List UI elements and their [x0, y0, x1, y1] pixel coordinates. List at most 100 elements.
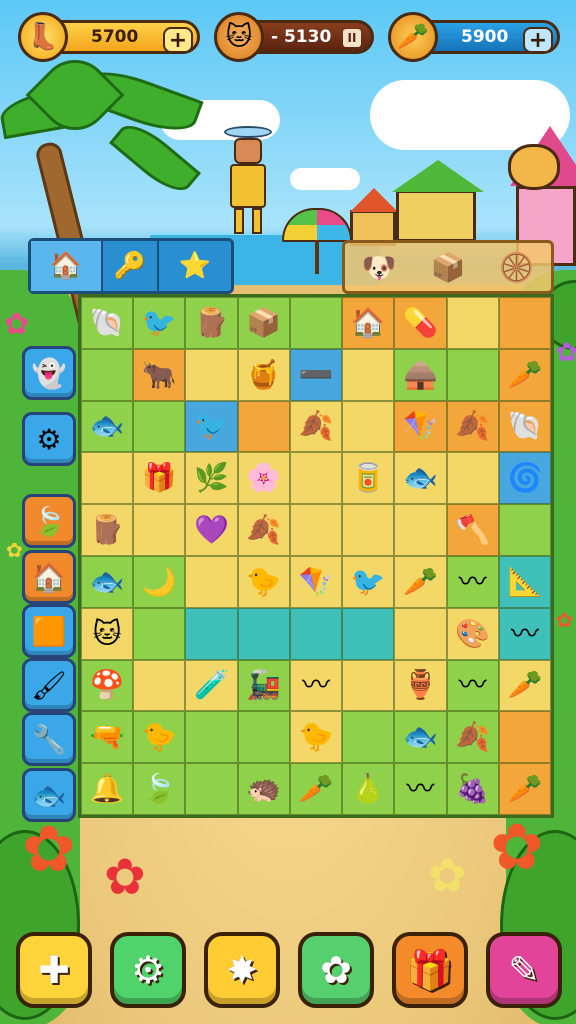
puzzle-tile[interactable]: 🌿 — [185, 452, 238, 505]
puzzle-tile[interactable]: 🪵 — [81, 504, 134, 556]
puzzle-tile[interactable] — [81, 452, 134, 505]
bottom-cross-button[interactable]: ✚ — [16, 932, 92, 1008]
bottom-star-blast-button[interactable]: ✸ — [204, 932, 280, 1008]
puzzle-tile[interactable] — [446, 348, 499, 401]
bottom-flower-button[interactable]: ✿ — [298, 932, 374, 1008]
puzzle-tile[interactable] — [185, 711, 238, 764]
puzzle-tile[interactable] — [81, 348, 134, 401]
puzzle-tile[interactable]: 🐤 — [133, 711, 186, 764]
puzzle-tile[interactable]: 🐚 — [498, 400, 551, 453]
puzzle-tile[interactable] — [289, 297, 343, 349]
puzzle-tile[interactable] — [133, 659, 186, 712]
puzzle-tile[interactable] — [342, 504, 395, 556]
pause-button[interactable]: II — [343, 29, 361, 47]
puzzle-tile[interactable]: 🍯 — [237, 348, 290, 401]
add-currency-1-button[interactable]: + — [163, 27, 193, 53]
bottom-tools-button[interactable]: ✎ — [486, 932, 562, 1008]
puzzle-tile[interactable]: 🐦 — [342, 555, 395, 608]
puzzle-tile[interactable] — [237, 607, 290, 660]
puzzle-tile[interactable]: 🪵 — [185, 297, 238, 349]
puzzle-tile[interactable]: 🍂 — [289, 400, 343, 453]
side-tool-machine-button[interactable]: 🔧 — [22, 712, 76, 766]
puzzle-tile[interactable]: 🎨 — [446, 607, 499, 660]
key-icon[interactable]: 🔑 — [103, 241, 159, 291]
puzzle-tile[interactable]: 〰 — [289, 659, 343, 712]
puzzle-tile[interactable]: 🐤 — [289, 711, 343, 764]
puzzle-tile[interactable]: 🐟 — [394, 711, 447, 764]
puzzle-tile[interactable]: 📐 — [498, 555, 551, 608]
puzzle-tile[interactable] — [342, 400, 395, 453]
puzzle-tile[interactable]: 🍐 — [342, 763, 395, 815]
puzzle-tile[interactable]: 🐱 — [81, 607, 134, 660]
bottom-box-button[interactable]: 🎁 — [392, 932, 468, 1008]
puzzle-tile[interactable]: 🪁 — [394, 400, 447, 453]
puzzle-tile[interactable]: 🥫 — [342, 452, 395, 505]
puzzle-tile[interactable]: 📦 — [237, 297, 290, 349]
puzzle-tile[interactable]: 🍇 — [446, 763, 499, 815]
puzzle-tile[interactable]: 🐟 — [81, 555, 134, 608]
puzzle-tile[interactable]: 〰 — [446, 555, 499, 608]
puzzle-tile[interactable] — [185, 555, 238, 608]
puzzle-tile[interactable]: 🐟 — [394, 452, 447, 505]
house-icon[interactable]: 🏠 — [31, 241, 103, 291]
puzzle-tile[interactable]: 🛖 — [394, 348, 447, 401]
puzzle-tile[interactable]: 🐤 — [237, 555, 290, 608]
bottom-gear-button[interactable]: ⚙ — [110, 932, 186, 1008]
puzzle-tile[interactable]: 🥕 — [498, 659, 551, 712]
side-tool-house-button[interactable]: 🏠 — [22, 550, 76, 604]
puzzle-tile[interactable]: 🚂 — [237, 659, 290, 712]
puzzle-tile[interactable]: 🐦 — [185, 400, 238, 453]
add-currency-3-button[interactable]: + — [523, 27, 553, 53]
side-tool-ghost-button[interactable]: 👻 — [22, 346, 76, 400]
puzzle-tile[interactable] — [237, 711, 290, 764]
puzzle-tile[interactable]: 🏠 — [342, 297, 395, 349]
puzzle-tile[interactable]: 🐟 — [81, 400, 134, 453]
puzzle-tile[interactable] — [133, 400, 186, 453]
puzzle-tile[interactable]: 🍂 — [446, 400, 499, 453]
puzzle-tile[interactable]: 🪓 — [446, 504, 499, 556]
puzzle-tile[interactable]: 〰 — [446, 659, 499, 712]
puzzle-tile[interactable] — [185, 607, 238, 660]
side-tool-fish-button[interactable]: 🐟 — [22, 768, 76, 822]
puzzle-tile[interactable]: 🍃 — [133, 763, 186, 815]
puzzle-tile[interactable] — [342, 607, 395, 660]
puzzle-tile[interactable]: 〰 — [498, 607, 551, 660]
puzzle-tile[interactable]: 🐂 — [133, 348, 186, 401]
puzzle-tile[interactable] — [446, 297, 499, 349]
side-tool-card-button[interactable]: 🟧 — [22, 604, 76, 658]
puzzle-tile[interactable]: 🐚 — [81, 297, 134, 349]
puzzle-tile[interactable] — [185, 763, 238, 815]
puzzle-tile[interactable] — [237, 400, 290, 453]
puzzle-tile[interactable] — [394, 504, 447, 556]
puzzle-tile[interactable]: 🥕 — [498, 763, 551, 815]
puzzle-tile[interactable] — [289, 504, 343, 556]
puzzle-tile[interactable]: 💊 — [394, 297, 447, 349]
puzzle-tile[interactable]: 🍄 — [81, 659, 134, 712]
puzzle-tile[interactable]: 🌸 — [237, 452, 290, 505]
puzzle-tile[interactable]: 🥕 — [498, 348, 551, 401]
puzzle-tile[interactable]: 🔔 — [81, 763, 134, 815]
puzzle-tile[interactable]: 💜 — [185, 504, 238, 556]
puzzle-tile[interactable]: 🍂 — [446, 711, 499, 764]
puzzle-tile[interactable] — [498, 297, 551, 349]
puzzle-tile[interactable] — [394, 607, 447, 660]
puzzle-tile[interactable]: 🦔 — [237, 763, 290, 815]
puzzle-tile[interactable]: 🌙 — [133, 555, 186, 608]
puzzle-tile[interactable]: 🐦 — [133, 297, 186, 349]
puzzle-tile[interactable]: 🏺 — [394, 659, 447, 712]
puzzle-tile[interactable]: 🍂 — [237, 504, 290, 556]
puzzle-tile[interactable]: 🥕 — [394, 555, 447, 608]
puzzle-tile[interactable] — [446, 452, 499, 505]
puzzle-tile[interactable] — [289, 452, 343, 505]
puzzle-tile[interactable]: 🔫 — [81, 711, 134, 764]
puzzle-tile[interactable] — [289, 607, 343, 660]
puzzle-tile[interactable]: 🪁 — [289, 555, 343, 608]
star-icon[interactable]: ⭐ — [159, 241, 231, 291]
puzzle-tile[interactable] — [133, 607, 186, 660]
puzzle-tile[interactable] — [185, 348, 238, 401]
puzzle-tile[interactable]: 🥕 — [289, 763, 343, 815]
puzzle-tile[interactable] — [342, 711, 395, 764]
puzzle-tile[interactable] — [342, 659, 395, 712]
puzzle-tile[interactable]: 🧪 — [185, 659, 238, 712]
side-tool-gears-button[interactable]: ⚙ — [22, 412, 76, 466]
